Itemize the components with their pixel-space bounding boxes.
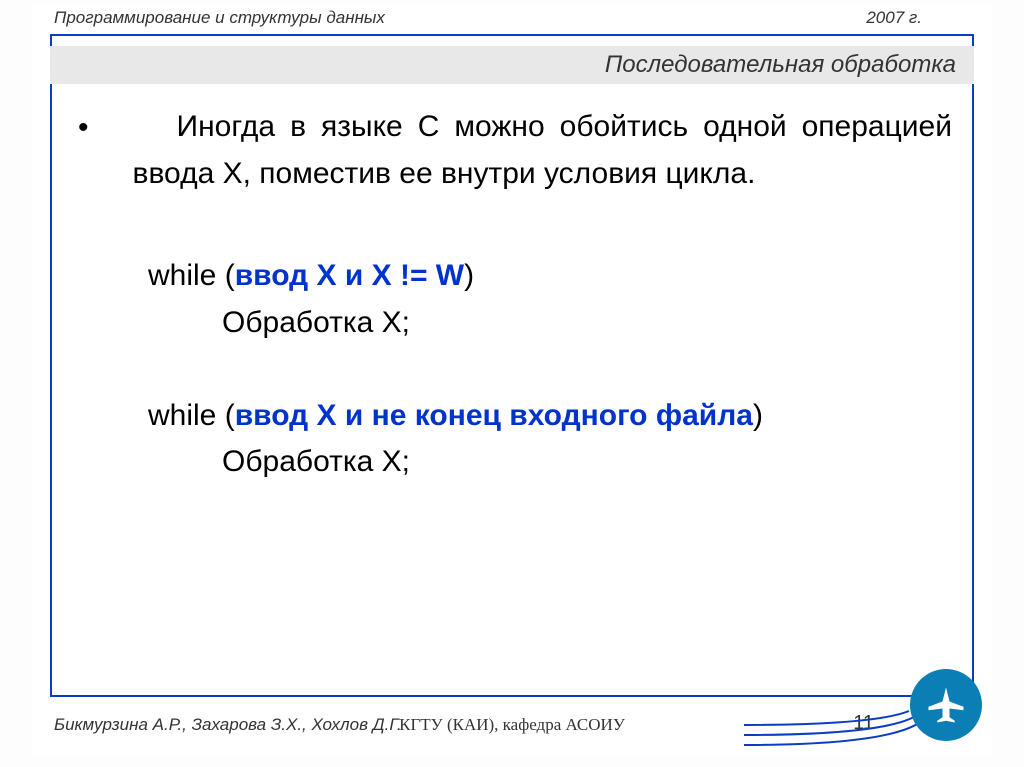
course-year: 2007 г. bbox=[866, 8, 922, 28]
code-blank bbox=[148, 346, 952, 393]
page-number: 11 bbox=[853, 712, 874, 735]
slide-container: Программирование и структуры данных 2007… bbox=[32, 4, 992, 757]
code-line-while2: while (ввод X и не конец входного файла) bbox=[148, 393, 952, 440]
while-keyword-1: while ( bbox=[148, 259, 235, 292]
bullet-marker: • bbox=[78, 104, 89, 152]
code-block-1: while (ввод X и X != W) Обработка X; whi… bbox=[148, 253, 952, 486]
paren-close-1: ) bbox=[464, 259, 474, 292]
logo bbox=[890, 669, 982, 751]
body-2: Обработка X; bbox=[222, 445, 410, 478]
paragraph-content: Иногда в языке С можно обойтись одной оп… bbox=[133, 110, 952, 190]
bullet-item: • Иногда в языке С можно обойтись одной … bbox=[72, 104, 952, 197]
while-keyword-2: while ( bbox=[148, 399, 235, 432]
paren-close-2: ) bbox=[753, 399, 763, 432]
paragraph-text: Иногда в языке С можно обойтись одной оп… bbox=[133, 104, 952, 197]
logo-circle bbox=[910, 669, 982, 741]
content-area: • Иногда в языке С можно обойтись одной … bbox=[72, 104, 952, 486]
code-line-body1: Обработка X; bbox=[148, 300, 952, 347]
code-line-body2: Обработка X; bbox=[148, 439, 952, 486]
course-title: Программирование и структуры данных bbox=[54, 8, 385, 28]
subtitle-text: Последовательная обработка bbox=[605, 51, 956, 79]
body-1: Обработка X; bbox=[222, 306, 410, 339]
condition-2: ввод X и не конец входного файла bbox=[235, 399, 753, 432]
plane-icon bbox=[925, 684, 967, 726]
code-line-while1: while (ввод X и X != W) bbox=[148, 253, 952, 300]
footer-institution: КГТУ (КАИ), кафедра АСОИУ bbox=[32, 715, 992, 735]
condition-1: ввод X и X != W bbox=[235, 259, 464, 292]
subtitle-bar: Последовательная обработка bbox=[50, 46, 974, 84]
